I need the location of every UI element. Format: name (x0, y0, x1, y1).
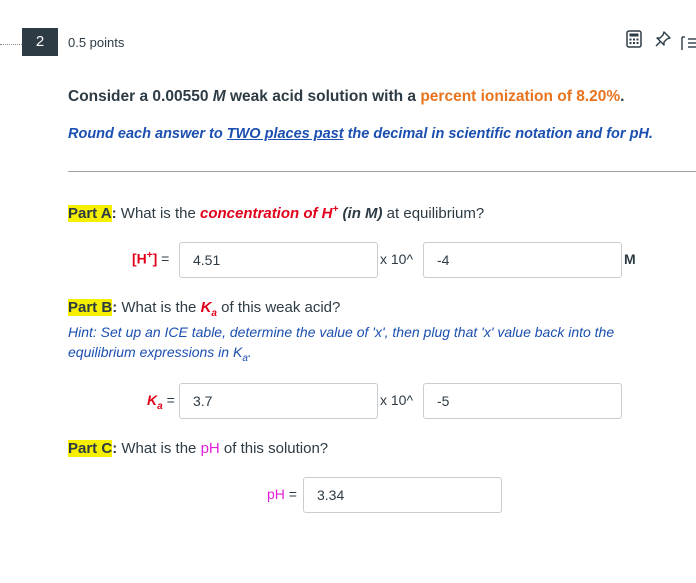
hint-end: . (247, 344, 252, 360)
part-c-text2: of this solution? (219, 440, 329, 457)
intro-highlight: percent ionization of 8.20% (420, 88, 621, 105)
part-c-text1: What is the (117, 440, 201, 457)
pin-icon[interactable] (652, 28, 674, 50)
ka-label: Ka = (147, 392, 175, 412)
part-c-tag: Part C (68, 440, 113, 457)
question-intro: Consider a 0.00550 M weak acid solution … (68, 88, 624, 106)
hint-text: Hint: Set up an ICE table, determine the… (68, 324, 615, 360)
part-c-highlight: pH (200, 440, 220, 457)
intro-suffix: . (620, 88, 625, 105)
part-a-question: Part A: What is the concentration of H+ … (68, 204, 484, 222)
intro-prefix: Consider a 0.00550 (68, 88, 213, 105)
ph-label-text: pH (267, 486, 285, 502)
ka-times-ten: x 10^ (380, 392, 414, 408)
ph-label: pH = (267, 486, 297, 502)
part-a-text1: What is the (116, 205, 200, 222)
ph-label-equals: = (284, 486, 297, 502)
ka-label-k: K (147, 392, 158, 408)
question-number: 2 (22, 28, 58, 56)
h-plus-times-ten: x 10^ (380, 251, 414, 267)
instruction-prefix: Round each answer to (68, 126, 227, 142)
intro-unit: M (212, 88, 226, 105)
part-b-ka-k: K (200, 299, 212, 316)
instruction-suffix: the decimal in scientific notation and f… (343, 126, 653, 142)
calculator-icon[interactable] (623, 28, 645, 50)
h-plus-mantissa-input[interactable]: 4.51 (179, 242, 378, 278)
part-b-text2: of this weak acid? (216, 299, 341, 316)
divider-dotted (0, 44, 22, 45)
question-points: 0.5 points (68, 35, 125, 50)
part-c-question: Part C: What is the pH of this solution? (68, 440, 328, 457)
intro-middle: weak acid solution with a (225, 88, 421, 105)
rounding-instruction: Round each answer to TWO places past the… (68, 126, 653, 142)
h-plus-label: [H+] = (132, 250, 169, 267)
part-a-text2: at equilibrium? (382, 205, 485, 222)
part-b-text1: What is the (117, 299, 201, 316)
ka-mantissa-input[interactable]: 3.7 (179, 383, 378, 419)
h-label-equals: = (157, 250, 170, 267)
part-b-question: Part B: What is the Ka of this weak acid… (68, 299, 340, 319)
part-b-tag: Part B (68, 299, 113, 316)
part-a-tag: Part A (68, 205, 112, 222)
part-a-highlight: concentration of H (200, 205, 333, 222)
ka-label-equals: = (162, 392, 175, 408)
ka-exponent-input[interactable]: -5 (423, 383, 622, 419)
h-label-text: [H (132, 250, 147, 267)
instruction-underline: TWO places past (226, 126, 344, 142)
h-plus-exponent-input[interactable]: -4 (423, 242, 622, 278)
list-icon[interactable] (678, 32, 696, 54)
section-divider (68, 171, 696, 172)
ph-input[interactable]: 3.34 (303, 477, 502, 513)
h-plus-unit: M (624, 251, 636, 267)
part-a-paren: (in M) (338, 205, 383, 222)
part-b-hint: Hint: Set up an ICE table, determine the… (68, 322, 668, 369)
